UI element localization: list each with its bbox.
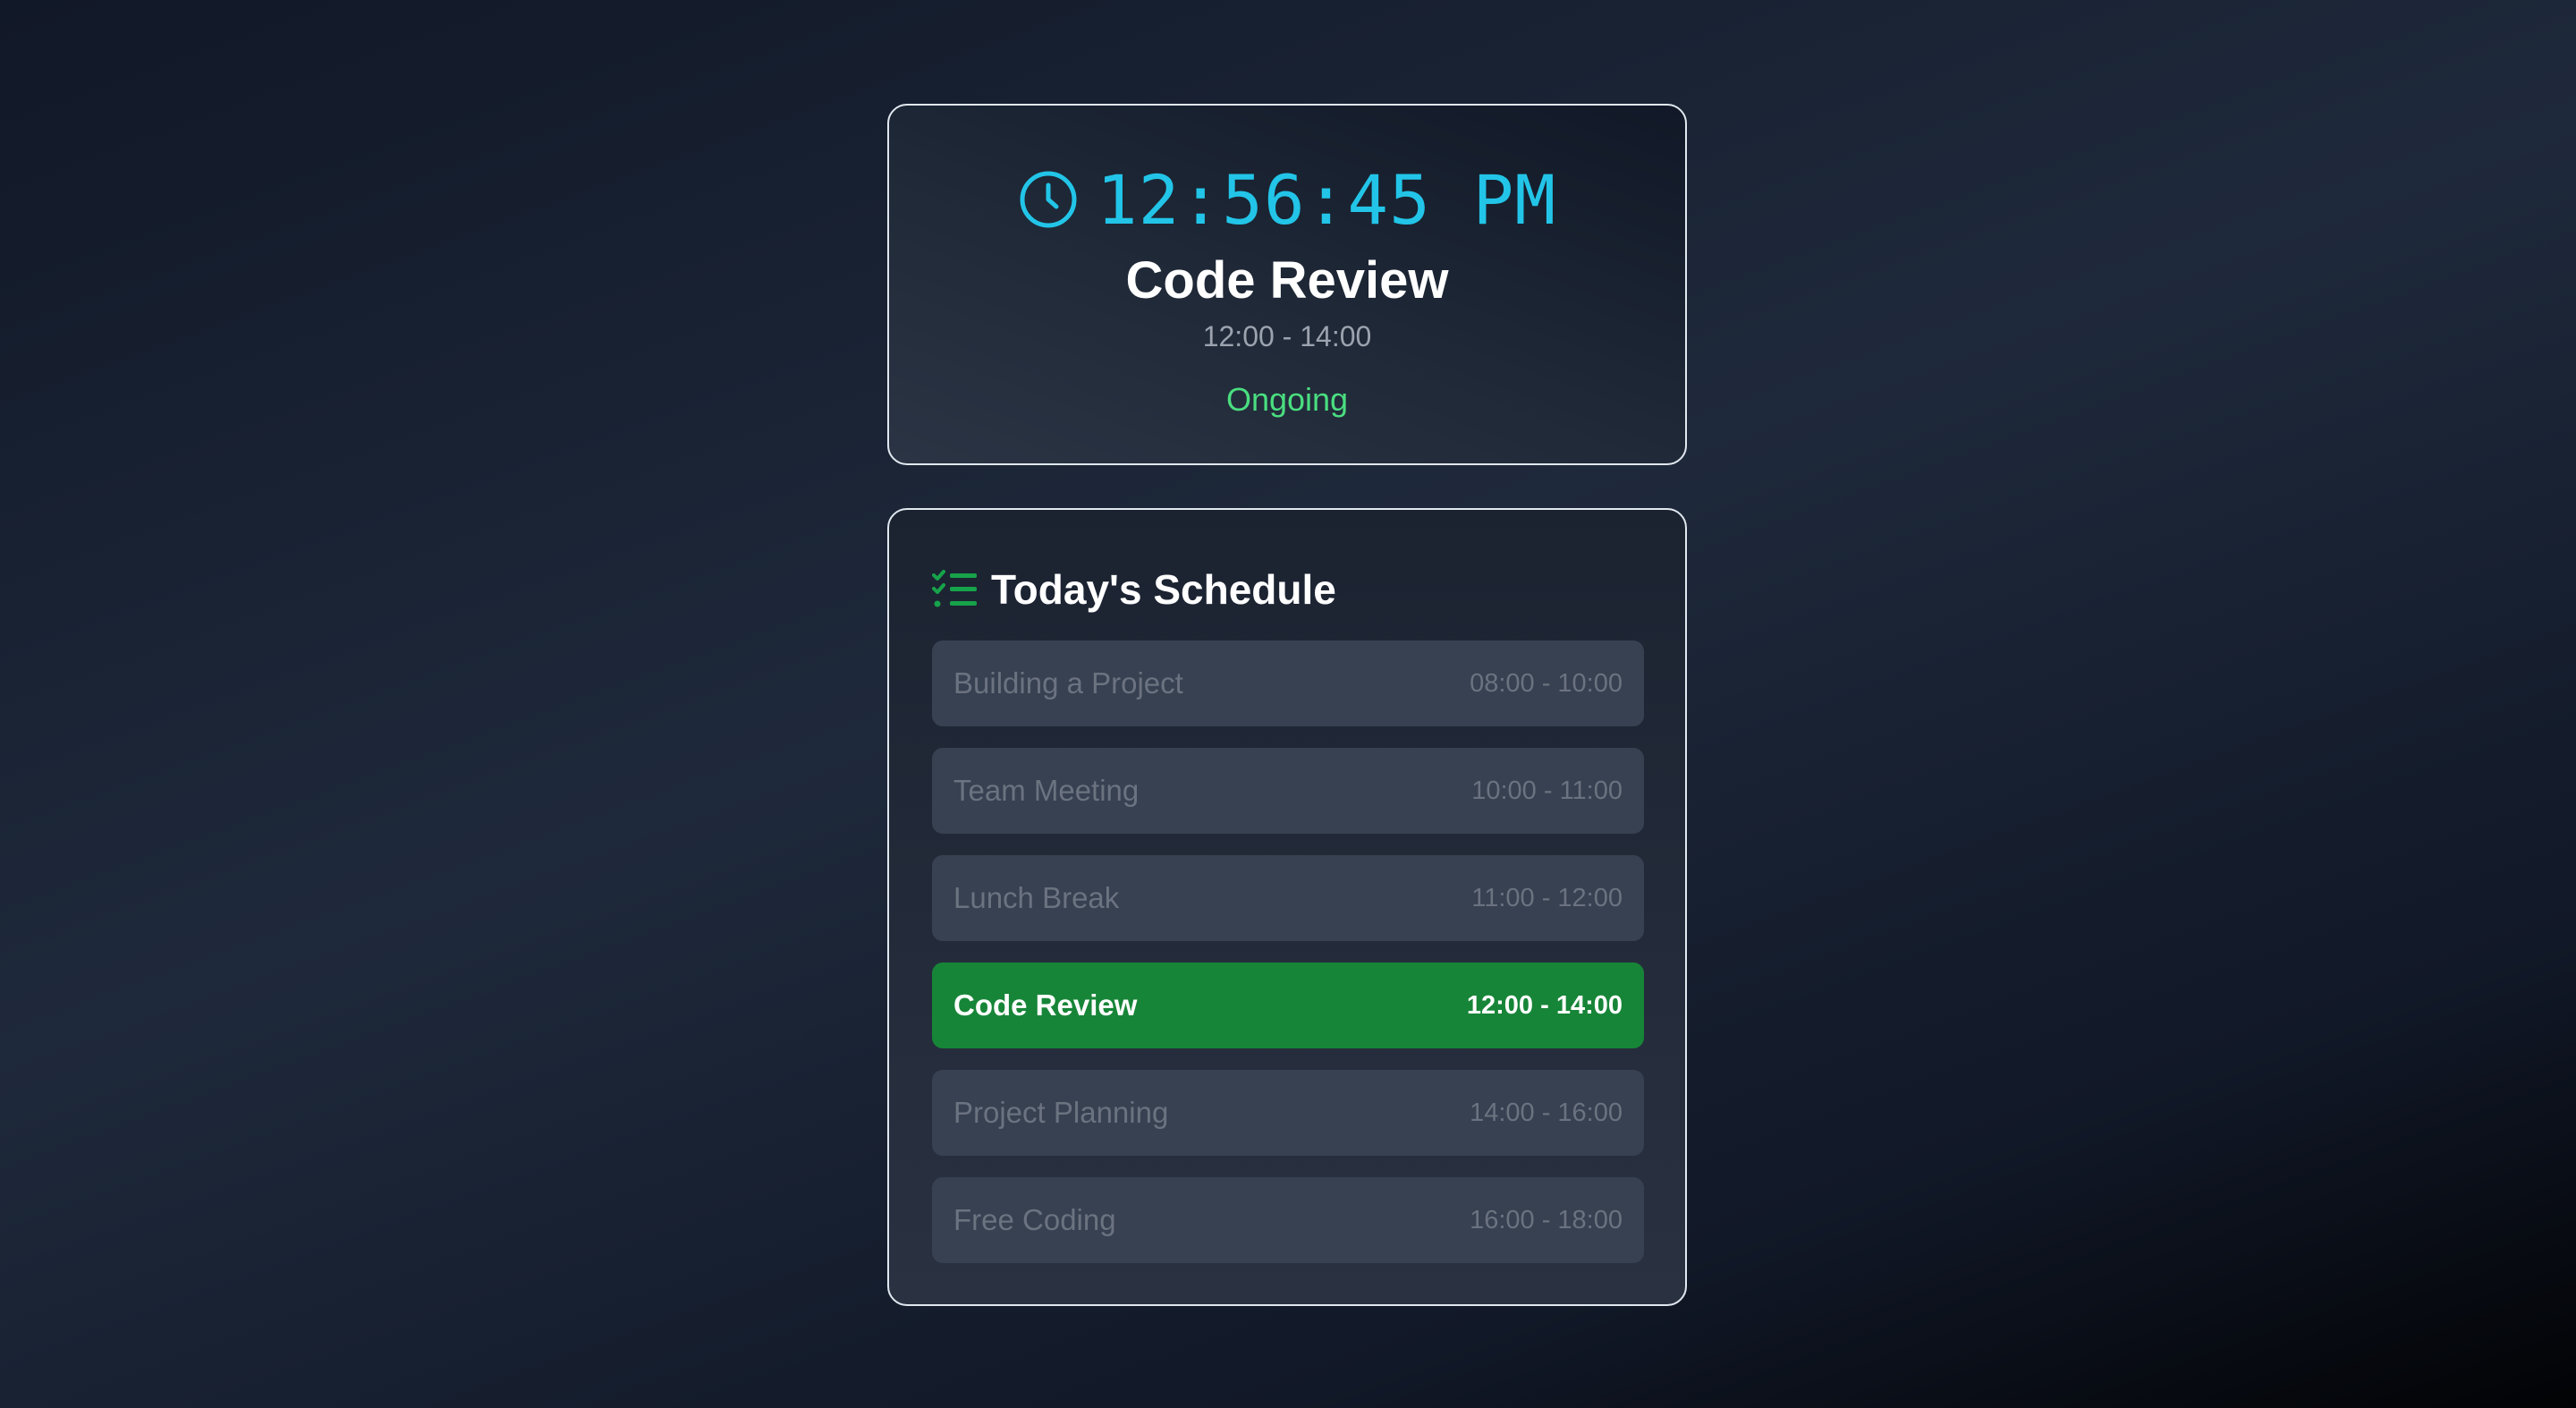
schedule-item-time-range: 16:00 - 18:00	[1470, 1205, 1623, 1234]
schedule-item-time-range: 12:00 - 14:00	[1466, 990, 1623, 1020]
schedule-title: Today's Schedule	[991, 566, 1336, 613]
schedule-item-name: Team Meeting	[953, 774, 1140, 807]
schedule-item-free-coding[interactable]: Free Coding 16:00 - 18:00	[932, 1177, 1644, 1263]
current-event-card: 12:56:45 PM Code Review 12:00 - 14:00 On…	[887, 104, 1687, 465]
schedule-item-name: Free Coding	[953, 1203, 1116, 1236]
schedule-item-building-a-project[interactable]: Building a Project 08:00 - 10:00	[932, 640, 1644, 726]
schedule-item-project-planning[interactable]: Project Planning 14:00 - 16:00	[932, 1070, 1644, 1156]
schedule-item-lunch-break[interactable]: Lunch Break 11:00 - 12:00	[932, 855, 1644, 941]
schedule-header: Today's Schedule	[932, 558, 1336, 621]
schedule-item-name: Lunch Break	[953, 881, 1120, 914]
clock-row: 12:56:45 PM	[889, 150, 1685, 249]
clock-icon	[1018, 169, 1079, 230]
schedule-list: Building a Project 08:00 - 10:00 Team Me…	[932, 640, 1644, 1285]
current-event-status: Ongoing	[1225, 381, 1349, 418]
schedule-item-time-range: 14:00 - 16:00	[1470, 1098, 1623, 1127]
schedule-item-time-range: 11:00 - 12:00	[1471, 883, 1623, 912]
schedule-item-name: Building a Project	[953, 666, 1183, 700]
current-time: 12:56:45 PM	[1096, 159, 1557, 240]
current-event-title: Code Review	[1125, 251, 1449, 310]
schedule-item-code-review[interactable]: Code Review 12:00 - 14:00	[932, 963, 1644, 1048]
schedule-item-time-range: 08:00 - 10:00	[1470, 668, 1623, 698]
current-event-time-range: 12:00 - 14:00	[1202, 320, 1372, 352]
schedule-item-name: Code Review	[953, 988, 1138, 1022]
schedule-item-time-range: 10:00 - 11:00	[1471, 776, 1623, 805]
schedule-card: Today's Schedule Building a Project 08:0…	[887, 508, 1687, 1306]
schedule-item-team-meeting[interactable]: Team Meeting 10:00 - 11:00	[932, 748, 1644, 834]
schedule-item-name: Project Planning	[953, 1096, 1169, 1129]
checklist-icon	[932, 569, 979, 610]
